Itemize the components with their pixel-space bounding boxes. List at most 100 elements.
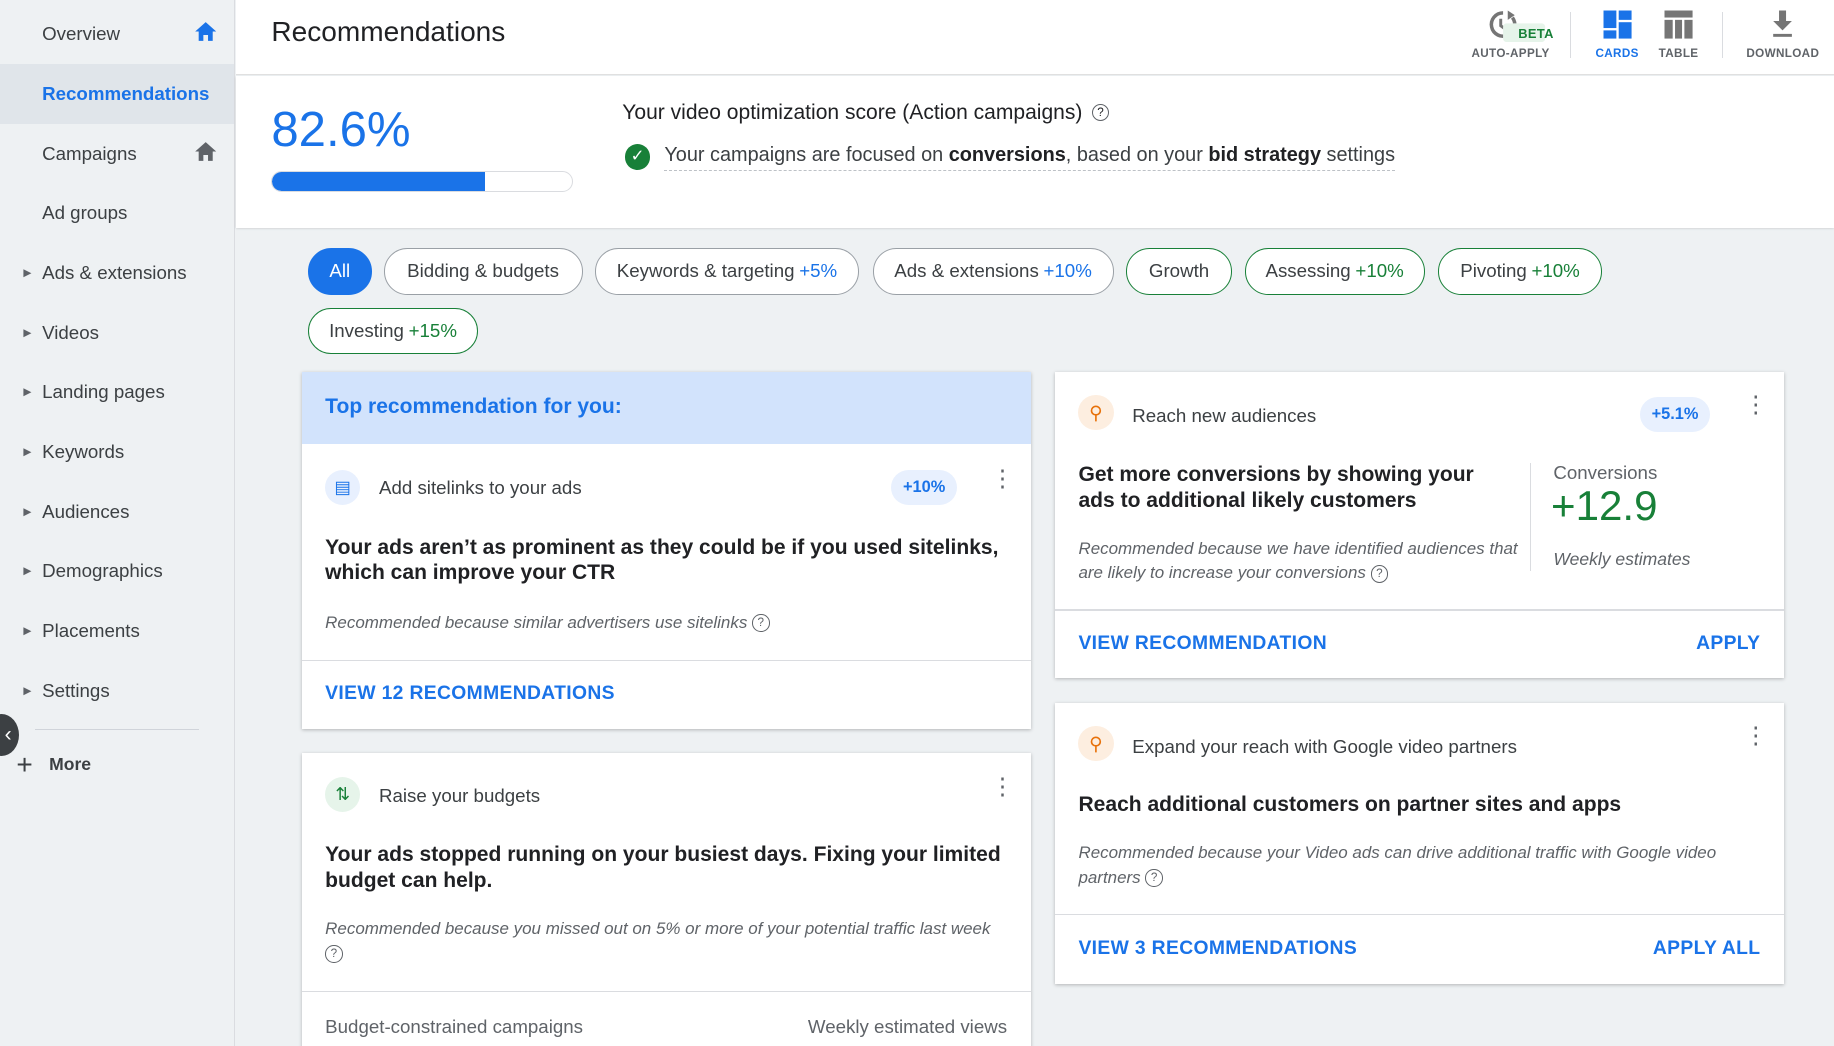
card-headline: Your ads aren’t as prominent as they cou… xyxy=(325,535,1015,586)
sidebar-item-label: Settings xyxy=(42,680,110,702)
apply-button[interactable]: APPLY xyxy=(1696,633,1760,655)
help-icon[interactable]: ? xyxy=(1092,104,1110,122)
caret-right-icon: ▶ xyxy=(23,267,31,279)
home-icon xyxy=(194,141,217,167)
focus-text: , based on your xyxy=(1066,144,1209,166)
sidebar-item-ads-extensions[interactable]: ▶Ads & extensions xyxy=(0,243,234,303)
chip-delta: +10% xyxy=(1043,260,1091,282)
more-options-icon[interactable]: ⋮ xyxy=(1744,401,1751,408)
divider xyxy=(35,729,199,730)
card-headline: Reach additional customers on partner si… xyxy=(1078,792,1768,818)
apply-all-button[interactable]: APPLY ALL xyxy=(1653,938,1761,960)
more-options-icon[interactable]: ⋮ xyxy=(1744,732,1751,739)
sidebar-item-label: Campaigns xyxy=(42,143,137,165)
plus-icon: + xyxy=(16,749,32,781)
sidebar-item-label: Placements xyxy=(42,620,140,642)
card-title: Expand your reach with Google video part… xyxy=(1132,736,1517,758)
sidebar-item-label: Demographics xyxy=(42,560,163,582)
view-recommendations-link[interactable]: VIEW 12 RECOMMENDATIONS xyxy=(325,683,615,705)
score-uplift-badge: +5.1% xyxy=(1640,397,1710,432)
focus-goal: conversions xyxy=(949,144,1066,166)
filter-chip-bidding-budgets[interactable]: Bidding & budgets xyxy=(384,248,583,295)
page-title: Recommendations xyxy=(271,16,505,48)
help-icon[interactable]: ? xyxy=(1371,565,1389,583)
table-view-button[interactable]: TABLE xyxy=(1659,7,1699,60)
caret-right-icon: ▶ xyxy=(23,446,31,458)
caret-right-icon: ▶ xyxy=(23,565,31,577)
filter-chip-ads-extensions[interactable]: Ads & extensions+10% xyxy=(873,248,1114,295)
focus-text: settings xyxy=(1321,144,1395,166)
sidebar-item-label: Recommendations xyxy=(42,83,209,105)
chip-label: Ads & extensions xyxy=(894,260,1039,282)
focus-strategy: bid strategy xyxy=(1208,144,1321,166)
reach-new-audiences-card: ⚲ Reach new audiences +5.1% ⋮ Get more c… xyxy=(1055,372,1784,678)
filter-chip-pivoting[interactable]: Pivoting+10% xyxy=(1438,248,1603,295)
metric-label: Conversions xyxy=(1553,462,1657,484)
help-icon[interactable]: ? xyxy=(752,614,770,632)
sidebar-item-audiences[interactable]: ▶Audiences xyxy=(0,482,234,542)
card-reason: Recommended because you missed out on 5%… xyxy=(325,919,990,938)
sidebar-item-landing-pages[interactable]: ▶ Landing pages xyxy=(0,363,234,423)
sidebar-item-label: Ad groups xyxy=(42,202,127,224)
sidebar-item-campaigns[interactable]: Campaigns xyxy=(0,124,234,184)
help-icon[interactable]: ? xyxy=(325,945,343,963)
search-icon: ⚲ xyxy=(1078,726,1113,761)
caret-right-icon: ▶ xyxy=(23,685,31,697)
home-icon xyxy=(194,21,217,47)
cards-view-button[interactable]: CARDS xyxy=(1595,7,1638,60)
sidebar-item-label: Audiences xyxy=(42,501,129,523)
optimization-score-panel: 82.6% Your video optimization score (Act… xyxy=(236,76,1834,228)
raise-budgets-card: ⇅ Raise your budgets ⋮ Your ads stopped … xyxy=(302,753,1031,1045)
card-reason: Recommended because your Video ads can d… xyxy=(1078,843,1716,887)
chip-delta: +10% xyxy=(1531,260,1579,282)
more-options-icon[interactable]: ⋮ xyxy=(991,475,998,482)
filter-chip-all[interactable]: All xyxy=(308,248,372,295)
chip-label: Investing xyxy=(329,320,404,342)
sidebar-item-videos[interactable]: ▶Videos xyxy=(0,303,234,363)
chip-label: Growth xyxy=(1149,260,1209,282)
sidebar-item-demographics[interactable]: ▶ Demographics xyxy=(0,542,234,602)
sidebar-item-label: Keywords xyxy=(42,441,124,463)
sidebar-item-label: Landing pages xyxy=(42,381,165,403)
caret-right-icon: ▶ xyxy=(23,386,31,398)
card-title: Raise your budgets xyxy=(379,785,540,807)
filter-chip-assessing[interactable]: Assessing+10% xyxy=(1245,248,1425,295)
view-recommendation-link[interactable]: VIEW RECOMMENDATION xyxy=(1078,633,1327,655)
chip-label: Assessing xyxy=(1265,260,1350,282)
chip-label: All xyxy=(329,260,350,282)
sidebar-item-keywords[interactable]: ▶ Keywords xyxy=(0,422,234,482)
metric-note: Weekly estimates xyxy=(1553,549,1690,570)
sidebar-item-label: Videos xyxy=(42,322,99,344)
search-icon: ⚲ xyxy=(1078,395,1113,430)
filter-chip-keywords-targeting[interactable]: Keywords & targeting+5% xyxy=(595,248,858,295)
focus-text: Your campaigns are focused on xyxy=(664,144,948,166)
divider xyxy=(1722,12,1723,59)
focus-statement[interactable]: Your campaigns are focused on conversion… xyxy=(664,144,1395,172)
sidebar-item-ad-groups[interactable]: Ad groups xyxy=(0,184,234,244)
sidebar-item-recommendations[interactable]: Recommendations xyxy=(0,64,234,124)
download-label: DOWNLOAD xyxy=(1746,47,1819,60)
chip-label: Bidding & budgets xyxy=(407,260,559,282)
filter-chip-investing[interactable]: Investing+15% xyxy=(308,308,479,355)
sidebar-item-overview[interactable]: Overview xyxy=(0,5,234,65)
sidebar-item-placements[interactable]: ▶Placements xyxy=(0,601,234,661)
more-label: More xyxy=(49,754,91,775)
cards-icon xyxy=(1600,7,1635,42)
metric-value: +12.9 xyxy=(1551,482,1658,530)
sidebar-item-settings[interactable]: ▶ Settings xyxy=(0,661,234,721)
filter-chip-growth[interactable]: Growth xyxy=(1126,248,1231,295)
score-value: 82.6% xyxy=(271,102,410,158)
auto-apply-button[interactable]: BETA AUTO-APPLY xyxy=(1471,7,1549,60)
score-title: Your video optimization score (Action ca… xyxy=(622,101,1082,125)
help-icon[interactable]: ? xyxy=(1145,869,1163,887)
more-options-icon[interactable]: ⋮ xyxy=(991,783,998,790)
sidebar-item-label: Overview xyxy=(42,23,120,45)
download-button[interactable]: DOWNLOAD xyxy=(1746,7,1819,60)
more-button[interactable]: + More xyxy=(16,749,91,781)
chip-label: Pivoting xyxy=(1460,260,1527,282)
check-circle-icon: ✓ xyxy=(625,144,651,170)
chip-delta: +15% xyxy=(409,320,457,342)
score-progress-bar xyxy=(271,171,573,192)
view-recommendations-link[interactable]: VIEW 3 RECOMMENDATIONS xyxy=(1078,938,1357,960)
card-headline: Your ads stopped running on your busiest… xyxy=(325,842,1015,893)
